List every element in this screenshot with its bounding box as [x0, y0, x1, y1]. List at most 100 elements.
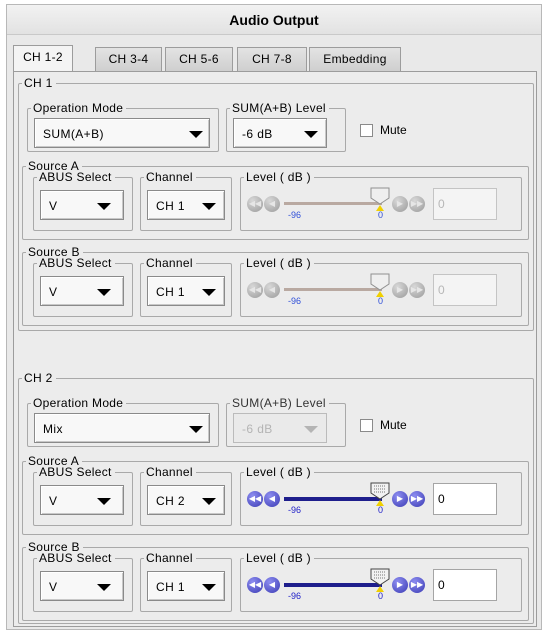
- abus-select-value: V: [49, 285, 58, 299]
- channel-value: CH 2: [156, 494, 185, 508]
- slider-zero-label: 0: [378, 591, 384, 601]
- abus-select-dropdown[interactable]: V: [40, 485, 124, 515]
- level-slider-track: [284, 288, 382, 291]
- abus-select-label: ABUS Select: [39, 170, 112, 184]
- double-chevron-left-icon: ◀◀: [247, 196, 263, 212]
- slider-min-label: -96: [288, 296, 302, 306]
- double-chevron-right-icon[interactable]: ▶▶: [409, 577, 425, 593]
- panel-title: Audio Output: [7, 5, 541, 35]
- slider-zero-label: 0: [378, 296, 384, 306]
- chevron-down-icon: [189, 426, 203, 433]
- slider-thumb-icon[interactable]: [370, 482, 390, 500]
- level-slider-track[interactable]: [284, 583, 382, 587]
- chevron-down-icon: [97, 289, 111, 296]
- slider-min-label: -96: [288, 505, 302, 515]
- chevron-right-icon[interactable]: ▶: [392, 577, 408, 593]
- slider-zero-label: 0: [378, 210, 384, 220]
- double-chevron-left-icon[interactable]: ◀◀: [247, 577, 263, 593]
- chevron-left-icon: ◀: [264, 196, 280, 212]
- slider-zero-label: 0: [378, 505, 384, 515]
- slider-thumb-icon: [370, 187, 390, 205]
- channel-label: Channel: [146, 551, 193, 565]
- double-chevron-right-icon[interactable]: ▶▶: [409, 491, 425, 507]
- operation-mode-label: Operation Mode: [33, 101, 124, 115]
- double-chevron-right-icon: ▶▶: [409, 196, 425, 212]
- channel-group: Channel CH 1: [140, 257, 232, 317]
- chevron-left-icon[interactable]: ◀: [264, 491, 280, 507]
- operation-mode-dropdown[interactable]: Mix: [34, 413, 210, 443]
- sum-level-label: SUM(A+B) Level: [232, 396, 326, 410]
- abus-select-value: V: [49, 580, 58, 594]
- chevron-right-icon: ▶: [392, 196, 408, 212]
- sum-level-dropdown: -6 dB: [233, 413, 327, 443]
- mute-label: Mute: [380, 418, 407, 432]
- tab-ch-1-2[interactable]: CH 1-2: [13, 45, 73, 71]
- tab-embedding[interactable]: Embedding: [309, 47, 401, 71]
- tab-ch-3-4[interactable]: CH 3-4: [95, 47, 162, 71]
- chevron-left-icon[interactable]: ◀: [264, 577, 280, 593]
- operation-mode-value: Mix: [43, 422, 63, 436]
- tab-ch-5-6[interactable]: CH 5-6: [165, 47, 233, 71]
- chevron-down-icon: [189, 131, 203, 138]
- double-chevron-left-icon[interactable]: ◀◀: [247, 491, 263, 507]
- channel-label: Channel: [146, 465, 193, 479]
- sum-level-group: SUM(A+B) Level -6 dB: [226, 102, 346, 152]
- level-group: Level ( dB ) ◀◀ ◀ -96 0 ▶ ▶▶ 0: [240, 257, 522, 317]
- chevron-down-icon: [304, 426, 318, 433]
- channel-2-title: CH 2: [24, 371, 53, 385]
- source-b-group: Source B ABUS Select V Channel CH 1 Leve…: [22, 246, 529, 326]
- source-a-group: Source A ABUS Select V Channel CH 2 Leve…: [22, 455, 529, 535]
- abus-select-value: V: [49, 494, 58, 508]
- chevron-down-icon: [202, 584, 216, 591]
- level-group: Level ( dB ) ◀◀ ◀ -96 0 ▶ ▶▶ 0: [240, 552, 522, 612]
- mute-checkbox[interactable]: [360, 124, 373, 137]
- abus-select-label: ABUS Select: [39, 256, 112, 270]
- channel-dropdown[interactable]: CH 1: [147, 571, 225, 601]
- channel-value: CH 1: [156, 199, 185, 213]
- abus-select-group: ABUS Select V: [33, 466, 133, 526]
- operation-mode-dropdown[interactable]: SUM(A+B): [34, 118, 210, 148]
- chevron-down-icon: [202, 289, 216, 296]
- level-value-field[interactable]: 0: [433, 569, 497, 601]
- channel-value: CH 1: [156, 285, 185, 299]
- audio-output-panel: Audio Output CH 1-2 CH 3-4 CH 5-6 CH 7-8…: [6, 4, 542, 630]
- sum-level-value: -6 dB: [242, 127, 273, 141]
- channel-1-group: CH 1 Operation Mode SUM(A+B) SUM(A+B) Le…: [18, 77, 534, 331]
- tab-content: CH 1 Operation Mode SUM(A+B) SUM(A+B) Le…: [13, 71, 537, 627]
- abus-select-group: ABUS Select V: [33, 552, 133, 612]
- chevron-down-icon: [304, 131, 318, 138]
- operation-mode-label: Operation Mode: [33, 396, 124, 410]
- slider-min-label: -96: [288, 210, 302, 220]
- level-label: Level ( dB ): [246, 551, 311, 565]
- channel-dropdown[interactable]: CH 1: [147, 190, 225, 220]
- chevron-right-icon: ▶: [392, 282, 408, 298]
- sum-level-dropdown[interactable]: -6 dB: [233, 118, 327, 148]
- slider-thumb-icon[interactable]: [370, 568, 390, 586]
- slider-min-label: -96: [288, 591, 302, 601]
- sum-level-value: -6 dB: [242, 422, 273, 436]
- chevron-left-icon: ◀: [264, 282, 280, 298]
- channel-value: CH 1: [156, 580, 185, 594]
- level-slider-track[interactable]: [284, 497, 382, 501]
- tab-ch-7-8[interactable]: CH 7-8: [237, 47, 307, 71]
- mute-checkbox[interactable]: [360, 419, 373, 432]
- abus-select-dropdown[interactable]: V: [40, 190, 124, 220]
- source-b-group: Source B ABUS Select V Channel CH 1 Leve…: [22, 541, 529, 621]
- level-label: Level ( dB ): [246, 256, 311, 270]
- chevron-right-icon[interactable]: ▶: [392, 491, 408, 507]
- channel-group: Channel CH 1: [140, 171, 232, 231]
- abus-select-dropdown[interactable]: V: [40, 276, 124, 306]
- double-chevron-left-icon: ◀◀: [247, 282, 263, 298]
- channel-label: Channel: [146, 256, 193, 270]
- mute-label: Mute: [380, 123, 407, 137]
- level-group: Level ( dB ) ◀◀ ◀ -96 0 ▶ ▶▶ 0: [240, 466, 522, 526]
- abus-select-dropdown[interactable]: V: [40, 571, 124, 601]
- operation-mode-value: SUM(A+B): [43, 127, 104, 141]
- sum-level-label: SUM(A+B) Level: [232, 101, 326, 115]
- source-a-group: Source A ABUS Select V Channel CH 1 Leve…: [22, 160, 529, 240]
- channel-dropdown[interactable]: CH 1: [147, 276, 225, 306]
- abus-select-group: ABUS Select V: [33, 171, 133, 231]
- level-value-field[interactable]: 0: [433, 483, 497, 515]
- chevron-down-icon: [97, 498, 111, 505]
- channel-dropdown[interactable]: CH 2: [147, 485, 225, 515]
